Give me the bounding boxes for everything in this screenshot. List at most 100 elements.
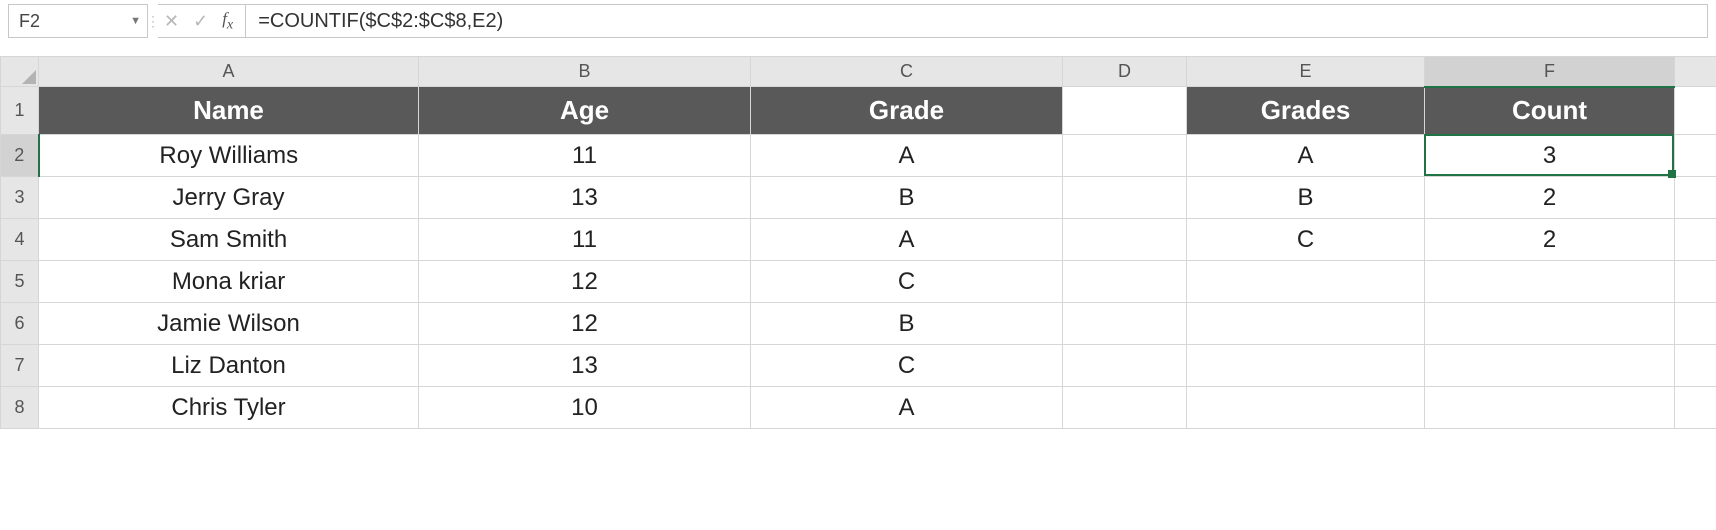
col-header-blank	[1675, 57, 1716, 87]
col-header-B[interactable]: B	[419, 57, 751, 87]
cell-D3[interactable]	[1063, 177, 1187, 219]
cell-A3[interactable]: Jerry Gray	[39, 177, 419, 219]
cell-D7[interactable]	[1063, 345, 1187, 387]
row-label: 1	[14, 100, 24, 120]
cell-A5[interactable]: Mona kriar	[39, 261, 419, 303]
cell-E3[interactable]: B	[1187, 177, 1425, 219]
col-label: B	[578, 61, 590, 81]
column-header-row: A B C D E F	[1, 57, 1716, 87]
col-label: D	[1118, 61, 1131, 81]
cell-D5[interactable]	[1063, 261, 1187, 303]
row-header-5[interactable]: 5	[1, 261, 39, 303]
row-header-3[interactable]: 3	[1, 177, 39, 219]
row-header-6[interactable]: 6	[1, 303, 39, 345]
cell-B1[interactable]: Age	[419, 87, 751, 135]
row-header-4[interactable]: 4	[1, 219, 39, 261]
cell-F5[interactable]	[1425, 261, 1675, 303]
cell-D8[interactable]	[1063, 387, 1187, 429]
cell-B3[interactable]: 13	[419, 177, 751, 219]
cell-A2[interactable]: Roy Williams	[39, 135, 419, 177]
formula-text: =COUNTIF($C$2:$C$8,E2)	[258, 10, 503, 33]
cell-D2[interactable]	[1063, 135, 1187, 177]
cell-D6[interactable]	[1063, 303, 1187, 345]
cell-D1[interactable]	[1063, 87, 1187, 135]
cell-B7[interactable]: 13	[419, 345, 751, 387]
cell-E4[interactable]: C	[1187, 219, 1425, 261]
row-header-7[interactable]: 7	[1, 345, 39, 387]
cell-C1[interactable]: Grade	[751, 87, 1063, 135]
cell-B8[interactable]: 10	[419, 387, 751, 429]
col-label: A	[222, 61, 234, 81]
name-box-value: F2	[19, 11, 40, 32]
cell-E6[interactable]	[1187, 303, 1425, 345]
spreadsheet-grid[interactable]: A B C D E F 1 Name Age Grade Grades Coun…	[0, 56, 1716, 429]
row-8: 8 Chris Tyler 10 A	[1, 387, 1716, 429]
row-label: 3	[14, 187, 24, 207]
cell-E7[interactable]	[1187, 345, 1425, 387]
cell-B5[interactable]: 12	[419, 261, 751, 303]
cell-A1[interactable]: Name	[39, 87, 419, 135]
cell-C5[interactable]: C	[751, 261, 1063, 303]
row-5: 5 Mona kriar 12 C	[1, 261, 1716, 303]
col-label: C	[900, 61, 913, 81]
cell-E5[interactable]	[1187, 261, 1425, 303]
col-header-D[interactable]: D	[1063, 57, 1187, 87]
cell-value: A	[898, 142, 914, 169]
col-header-C[interactable]: C	[751, 57, 1063, 87]
cell-pad-3	[1675, 177, 1716, 219]
cell-value: Grade	[869, 95, 944, 125]
col-header-F[interactable]: F	[1425, 57, 1675, 87]
cell-D4[interactable]	[1063, 219, 1187, 261]
cell-B6[interactable]: 12	[419, 303, 751, 345]
select-all-triangle-icon	[22, 70, 36, 84]
cell-A8[interactable]: Chris Tyler	[39, 387, 419, 429]
cell-value: B	[1297, 184, 1313, 211]
cell-value: 13	[571, 352, 598, 379]
cell-F8[interactable]	[1425, 387, 1675, 429]
cell-B2[interactable]: 11	[419, 135, 751, 177]
cell-A6[interactable]: Jamie Wilson	[39, 303, 419, 345]
col-header-A[interactable]: A	[39, 57, 419, 87]
row-header-2[interactable]: 2	[1, 135, 39, 177]
cell-value: Name	[193, 95, 264, 125]
cancel-icon: ✕	[164, 12, 179, 30]
insert-function-button[interactable]: fx	[222, 10, 233, 32]
cell-E8[interactable]	[1187, 387, 1425, 429]
cell-B4[interactable]: 11	[419, 219, 751, 261]
row-4: 4 Sam Smith 11 A C 2	[1, 219, 1716, 261]
formula-input[interactable]: =COUNTIF($C$2:$C$8,E2)	[245, 4, 1708, 38]
cell-C3[interactable]: B	[751, 177, 1063, 219]
grid-wrapper: A B C D E F 1 Name Age Grade Grades Coun…	[0, 56, 1716, 429]
cell-F7[interactable]	[1425, 345, 1675, 387]
cell-value: 13	[571, 184, 598, 211]
name-box[interactable]: F2 ▼	[8, 4, 148, 38]
cell-F2[interactable]: 3	[1425, 135, 1675, 177]
formula-bar-buttons: ✕ ✓ fx	[158, 4, 245, 38]
cell-F4[interactable]: 2	[1425, 219, 1675, 261]
cell-value: A	[898, 394, 914, 421]
cell-A7[interactable]: Liz Danton	[39, 345, 419, 387]
cell-value: Jerry Gray	[172, 184, 284, 211]
row-header-1[interactable]: 1	[1, 87, 39, 135]
cell-pad-8	[1675, 387, 1716, 429]
formula-bar: F2 ▼ ⋮ ✕ ✓ fx =COUNTIF($C$2:$C$8,E2)	[0, 0, 1716, 42]
row-7: 7 Liz Danton 13 C	[1, 345, 1716, 387]
cell-F1[interactable]: Count	[1425, 87, 1675, 135]
cell-F6[interactable]	[1425, 303, 1675, 345]
cell-C7[interactable]: C	[751, 345, 1063, 387]
cell-value: 12	[571, 310, 598, 337]
cell-value: 12	[571, 268, 598, 295]
col-header-E[interactable]: E	[1187, 57, 1425, 87]
cell-E2[interactable]: A	[1187, 135, 1425, 177]
name-box-dropdown-icon[interactable]: ▼	[130, 15, 141, 27]
row-header-8[interactable]: 8	[1, 387, 39, 429]
cell-C2[interactable]: A	[751, 135, 1063, 177]
cell-C4[interactable]: A	[751, 219, 1063, 261]
cell-C8[interactable]: A	[751, 387, 1063, 429]
cell-value: 11	[572, 226, 597, 253]
cell-F3[interactable]: 2	[1425, 177, 1675, 219]
cell-A4[interactable]: Sam Smith	[39, 219, 419, 261]
cell-C6[interactable]: B	[751, 303, 1063, 345]
select-all-corner[interactable]	[1, 57, 39, 87]
cell-E1[interactable]: Grades	[1187, 87, 1425, 135]
